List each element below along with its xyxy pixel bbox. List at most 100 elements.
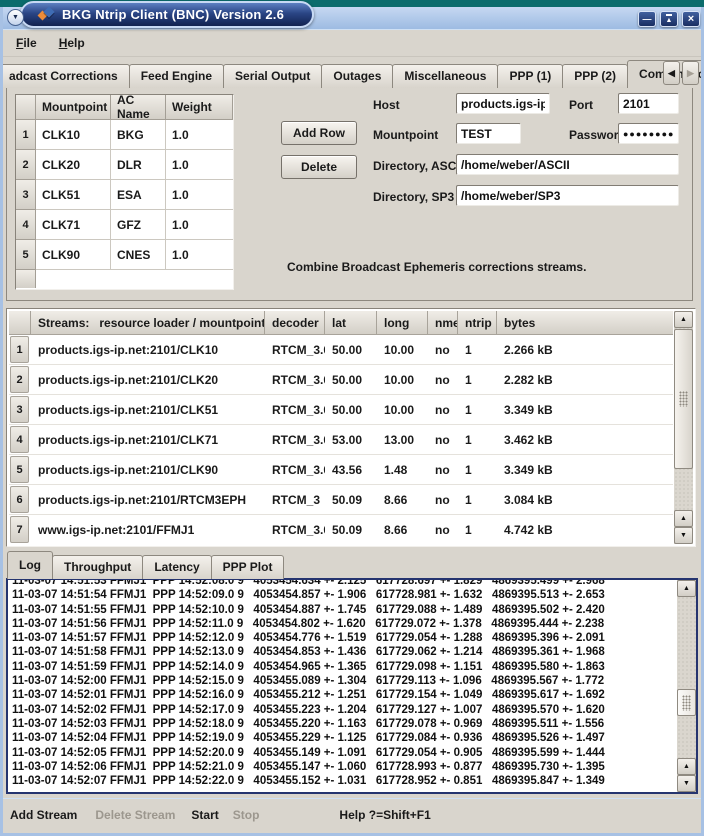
cell-ac-name[interactable]: BKG <box>111 120 166 150</box>
streams-scrollbar[interactable]: ▲ ▲ ▼ <box>674 311 693 544</box>
log-line: 11-03-07 14:52:07 FFMJ1 PPP 14:52:22.0 9… <box>12 774 675 788</box>
row-number[interactable]: 4 <box>16 210 36 240</box>
cell-ntrip: 1 <box>458 395 497 424</box>
action-item[interactable]: Help ?=Shift+F1 <box>339 808 430 822</box>
row-number[interactable]: 2 <box>16 150 36 180</box>
mountpoint-label: Mountpoint <box>373 125 438 145</box>
combination-hint-text: Combine Broadcast Ephemeris corrections … <box>287 260 586 274</box>
row-number[interactable]: 1 <box>10 336 29 363</box>
header-lat: lat <box>325 311 377 335</box>
header-long: long <box>377 311 428 335</box>
host-field[interactable] <box>456 93 550 114</box>
header-ntrip: ntrip <box>458 311 497 335</box>
cell-mountpoint[interactable]: CLK51 <box>36 180 111 210</box>
scrollbar-thumb[interactable] <box>677 689 696 716</box>
settings-tab[interactable]: PPP (1) <box>497 64 563 88</box>
menu-item[interactable]: File <box>16 36 37 50</box>
cell-weight[interactable]: 1.0 <box>166 150 233 180</box>
cell-mountpoint: products.igs-ip.net:2101/CLK71 <box>31 425 265 454</box>
log-tab[interactable]: PPP Plot <box>211 555 285 579</box>
directory-sp3-field[interactable] <box>456 185 679 206</box>
row-number[interactable]: 5 <box>10 456 29 483</box>
stream-row[interactable]: 2 products.igs-ip.net:2101/CLK20 RTCM_3.… <box>9 365 673 395</box>
cell-mountpoint: products.igs-ip.net:2101/CLK10 <box>31 335 265 364</box>
minimize-button[interactable]: — <box>638 11 656 27</box>
scroll-up-button-bottom[interactable]: ▲ <box>677 758 696 775</box>
add-row-button[interactable]: Add Row <box>281 121 357 145</box>
window-menu-button[interactable]: ▼ <box>7 9 24 26</box>
row-number[interactable]: 4 <box>10 426 29 453</box>
row-number[interactable]: 3 <box>10 396 29 423</box>
cell-lat: 50.09 <box>325 515 377 544</box>
cell-ac-name[interactable]: GFZ <box>111 210 166 240</box>
settings-tab[interactable]: PPP (2) <box>562 64 628 88</box>
cell-ac-name[interactable]: DLR <box>111 150 166 180</box>
cell-weight[interactable]: 1.0 <box>166 180 233 210</box>
scroll-down-button[interactable]: ▼ <box>674 527 693 544</box>
stream-row[interactable]: 6 products.igs-ip.net:2101/RTCM3EPH RTCM… <box>9 485 673 515</box>
row-number[interactable]: 1 <box>16 120 36 150</box>
scroll-up-button[interactable]: ▲ <box>677 580 696 597</box>
settings-tab[interactable]: Miscellaneous <box>392 64 498 88</box>
log-tab[interactable]: Log <box>7 551 53 579</box>
stream-row[interactable]: 7 www.igs-ip.net:2101/FFMJ1 RTCM_3.0 50.… <box>9 515 673 544</box>
scroll-up-button[interactable]: ▲ <box>674 311 693 328</box>
row-number[interactable]: 2 <box>10 366 29 393</box>
menu-item[interactable]: Help <box>59 36 85 50</box>
row-number[interactable]: 7 <box>10 516 29 543</box>
table-row: 2 CLK20 DLR 1.0 <box>16 150 233 180</box>
cell-decoder: RTCM_3.0 <box>265 395 325 424</box>
log-line: 11-03-07 14:51:53 FFMJ1 PPP 14:52:08.0 9… <box>12 580 675 588</box>
cell-bytes: 3.349 kB <box>497 395 673 424</box>
row-number[interactable]: 3 <box>16 180 36 210</box>
log-tab[interactable]: Throughput <box>52 555 143 579</box>
cell-lat: 43.56 <box>325 455 377 484</box>
cell-mountpoint[interactable]: CLK10 <box>36 120 111 150</box>
cell-mountpoint: products.igs-ip.net:2101/CLK90 <box>31 455 265 484</box>
cell-ac-name[interactable]: ESA <box>111 180 166 210</box>
port-field[interactable] <box>618 93 679 114</box>
mountpoint-field[interactable] <box>456 123 521 144</box>
cell-weight[interactable]: 1.0 <box>166 120 233 150</box>
cell-mountpoint[interactable]: CLK90 <box>36 240 111 270</box>
settings-tab[interactable]: Serial Output <box>223 64 322 88</box>
triangle-up-icon: ▲ <box>680 515 687 522</box>
row-number <box>16 270 36 288</box>
cell-mountpoint[interactable]: CLK20 <box>36 150 111 180</box>
settings-tab[interactable]: Feed Engine <box>129 64 224 88</box>
delete-button[interactable]: Delete <box>281 155 357 179</box>
settings-tab[interactable]: adcast Corrections <box>3 64 130 88</box>
scroll-up-button-bottom[interactable]: ▲ <box>674 510 693 527</box>
header-mountpoint: Mountpoint <box>36 95 111 120</box>
stream-row[interactable]: 1 products.igs-ip.net:2101/CLK10 RTCM_3.… <box>9 335 673 365</box>
cell-bytes: 3.349 kB <box>497 455 673 484</box>
password-field[interactable] <box>618 123 679 144</box>
log-line: 11-03-07 14:52:03 FFMJ1 PPP 14:52:18.0 9… <box>12 717 675 731</box>
log-output[interactable]: 11-03-07 14:51:53 FFMJ1 PPP 14:52:08.0 9… <box>8 580 675 792</box>
log-tab[interactable]: Latency <box>142 555 211 579</box>
stream-row[interactable]: 3 products.igs-ip.net:2101/CLK51 RTCM_3.… <box>9 395 673 425</box>
cell-weight[interactable]: 1.0 <box>166 210 233 240</box>
cell-ac-name[interactable]: CNES <box>111 240 166 270</box>
tab-scroll-left-button[interactable]: ◀ <box>663 61 680 85</box>
stream-row[interactable]: 5 products.igs-ip.net:2101/CLK90 RTCM_3.… <box>9 455 673 485</box>
action-item[interactable]: Start <box>191 808 218 822</box>
close-button[interactable]: × <box>682 11 700 27</box>
row-number[interactable]: 5 <box>16 240 36 270</box>
directory-ascii-field[interactable] <box>456 154 679 175</box>
combination-pane: Mountpoint AC Name Weight 1 CLK10 BKG 1.… <box>6 88 693 301</box>
maximize-button[interactable]: ▲ <box>660 11 678 27</box>
settings-tab[interactable]: Outages <box>321 64 393 88</box>
scrollbar-thumb[interactable] <box>674 329 693 469</box>
cell-ntrip: 1 <box>458 515 497 544</box>
cell-mountpoint[interactable]: CLK71 <box>36 210 111 240</box>
header-decoder: decoder <box>265 311 325 335</box>
row-number[interactable]: 6 <box>10 486 29 513</box>
cell-ntrip: 1 <box>458 335 497 364</box>
scroll-down-button[interactable]: ▼ <box>677 775 696 792</box>
table-row: 1 CLK10 BKG 1.0 <box>16 120 233 150</box>
cell-weight[interactable]: 1.0 <box>166 240 233 270</box>
stream-row[interactable]: 4 products.igs-ip.net:2101/CLK71 RTCM_3.… <box>9 425 673 455</box>
action-item[interactable]: Add Stream <box>10 808 77 822</box>
log-scrollbar[interactable]: ▲ ▲ ▼ <box>677 580 696 792</box>
